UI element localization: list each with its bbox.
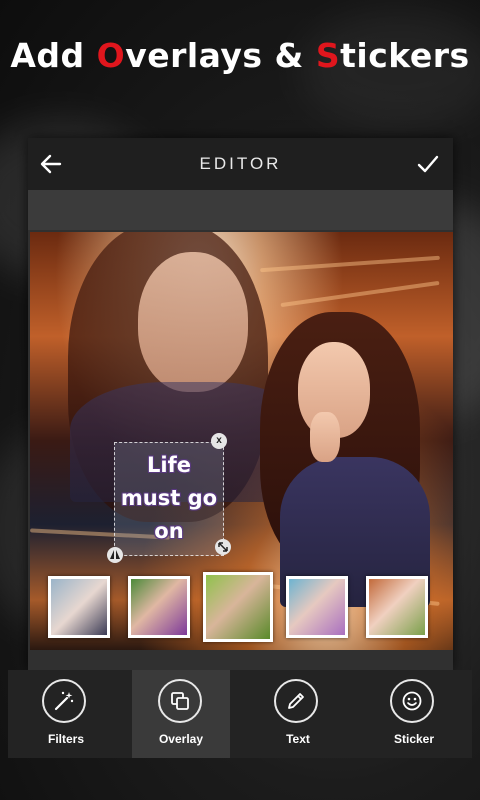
tool-text[interactable]: Text bbox=[240, 670, 356, 758]
tool-icon-circle bbox=[274, 679, 318, 723]
overlay-thumbnail-selected[interactable] bbox=[203, 572, 273, 642]
sticker-line: on bbox=[154, 519, 184, 543]
tool-label: Sticker bbox=[393, 732, 435, 746]
light-streak bbox=[260, 255, 440, 273]
tool-overlay[interactable]: Overlay bbox=[132, 670, 230, 758]
light-streak bbox=[280, 280, 440, 308]
smiley-icon bbox=[402, 691, 422, 711]
photo-canvas[interactable]: Life must go on x bbox=[30, 232, 453, 650]
sticker-line: must go bbox=[120, 486, 218, 510]
tool-icon-circle bbox=[390, 679, 434, 723]
sticker-resize-handle[interactable] bbox=[215, 539, 231, 555]
tool-label: Text bbox=[286, 732, 310, 746]
overlay-thumbnail[interactable] bbox=[48, 576, 110, 638]
overlay-icon bbox=[171, 692, 189, 710]
overlay-thumbnail[interactable] bbox=[366, 576, 428, 638]
pencil-icon bbox=[288, 693, 304, 709]
editor-subbar bbox=[28, 190, 453, 230]
tool-bar: Filters Overlay Text Sticker bbox=[8, 670, 472, 758]
tool-label: Overlay bbox=[158, 732, 204, 746]
overlay-thumbnail-strip bbox=[48, 572, 448, 642]
tool-sticker[interactable]: Sticker bbox=[356, 670, 472, 758]
sticker-line: Life bbox=[147, 453, 191, 477]
editor-screen: EDITOR Life must go on x bbox=[28, 138, 453, 670]
overlay-thumbnail[interactable] bbox=[286, 576, 348, 638]
sticker-close-handle[interactable]: x bbox=[211, 433, 227, 449]
checkmark-icon[interactable] bbox=[415, 151, 441, 177]
sticker-flip-handle[interactable] bbox=[107, 547, 123, 563]
overlay-thumbnail[interactable] bbox=[128, 576, 190, 638]
resize-icon bbox=[218, 542, 228, 552]
flip-icon bbox=[110, 550, 120, 559]
tool-filters[interactable]: Filters bbox=[8, 670, 124, 758]
promo-headline: Add Overlays & Stickers bbox=[10, 36, 470, 75]
tool-icon-circle bbox=[158, 679, 202, 723]
text-sticker[interactable]: Life must go on x bbox=[107, 433, 231, 563]
tool-icon-circle bbox=[42, 679, 86, 723]
sticker-text: Life must go on bbox=[115, 449, 223, 548]
front-woman-hand bbox=[310, 412, 340, 462]
magic-wand-icon bbox=[54, 691, 74, 711]
tool-label: Filters bbox=[47, 732, 84, 746]
editor-title: EDITOR bbox=[199, 154, 282, 173]
editor-toolbar: EDITOR bbox=[28, 138, 453, 190]
overlay-woman-face bbox=[138, 252, 248, 392]
